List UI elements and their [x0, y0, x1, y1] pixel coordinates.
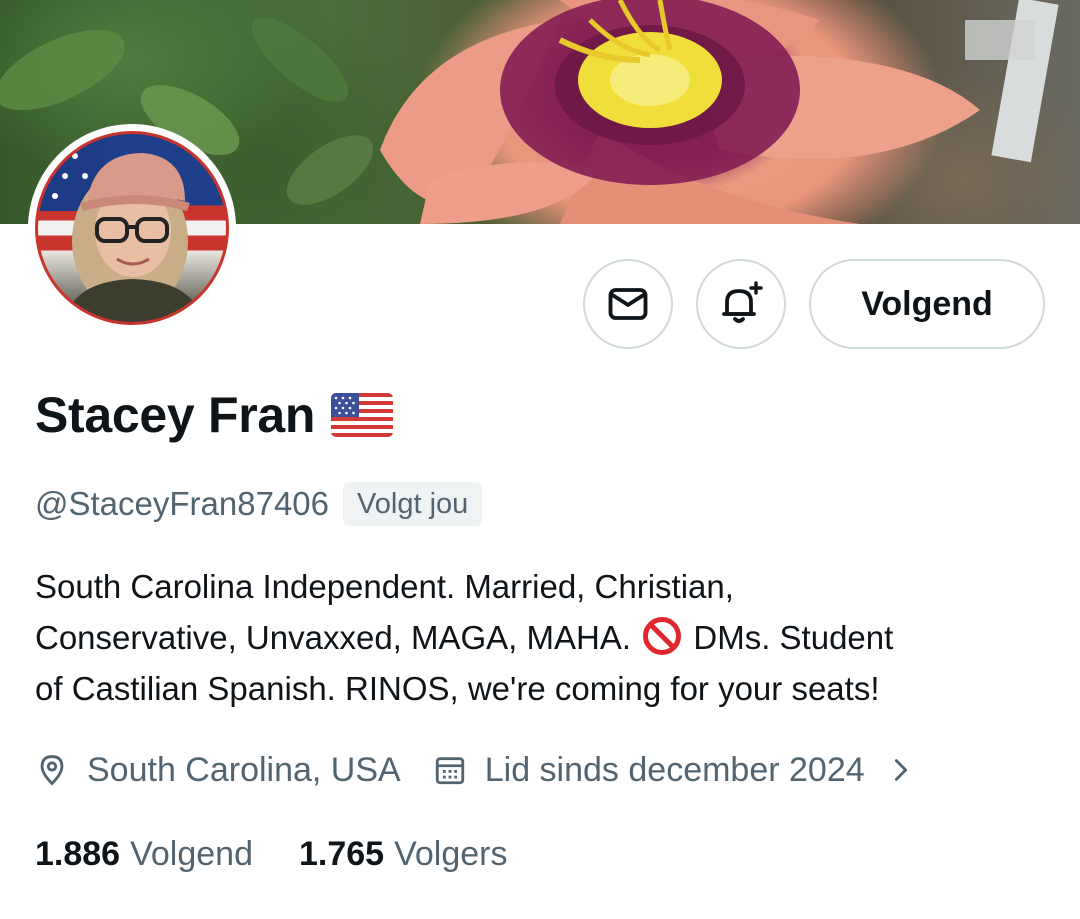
following-label: Volgend [130, 834, 253, 873]
us-flag-icon [331, 393, 394, 437]
bio-line-2-end: DMs. Student [693, 619, 894, 656]
profile-bio: South Carolina Independent. Married, Chr… [35, 561, 1055, 714]
profile-stats: 1.886 Volgend 1.765 Volgers [35, 830, 554, 878]
following-stat[interactable]: 1.886 Volgend [35, 835, 253, 874]
profile-meta: South Carolina, USA Lid sinds december 2… [35, 745, 915, 795]
avatar-photo [35, 131, 229, 325]
map-pin-icon [40, 755, 64, 786]
bio-line-3: of Castilian Spanish. RINOS, we're comin… [35, 670, 880, 707]
location-item: South Carolina, USA [35, 751, 401, 790]
follows-you-badge: Volgt jou [343, 482, 483, 526]
location-text: South Carolina, USA [87, 750, 401, 789]
display-name: Stacey Fran [35, 387, 316, 443]
bell-plus-icon [722, 281, 763, 323]
envelope-icon [608, 288, 648, 320]
followers-label: Volgers [394, 834, 508, 873]
followers-count: 1.765 [299, 834, 385, 873]
joined-text: Lid sinds december 2024 [484, 750, 865, 789]
followers-stat[interactable]: 1.765 Volgers [299, 835, 508, 874]
joined-item[interactable]: Lid sinds december 2024 [433, 751, 915, 790]
chevron-right-icon[interactable] [887, 756, 915, 784]
following-button[interactable]: Volgend [809, 259, 1045, 349]
notifications-button[interactable] [696, 259, 786, 349]
bio-line-2: Conservative, Unvaxxed, MAGA, MAHA. DMs.… [35, 612, 1055, 663]
calendar-icon [435, 757, 464, 785]
following-count: 1.886 [35, 834, 121, 873]
user-handle: @StaceyFran87406 [35, 485, 330, 522]
bio-line-1: South Carolina Independent. Married, Chr… [35, 568, 734, 605]
avatar[interactable] [28, 124, 236, 332]
handle-row: @StaceyFran87406 Volgt jou [35, 481, 483, 527]
no-entry-icon [643, 617, 682, 655]
profile-name-row: Stacey Fran [35, 382, 394, 448]
bio-line-2-start: Conservative, Unvaxxed, MAGA, MAHA. [35, 619, 632, 656]
message-button[interactable] [583, 259, 673, 349]
